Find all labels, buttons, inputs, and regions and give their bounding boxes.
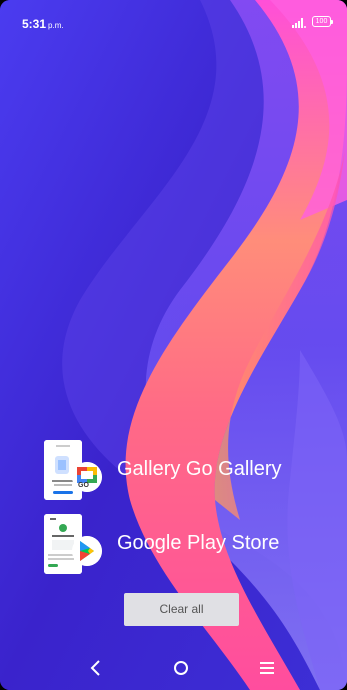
gallery-go-icon[interactable]: GO [72,462,102,492]
signal-icon [292,18,306,28]
recents-screen: 5:31 p.m. 100 GO Gallery Go Gallery Goog… [0,0,347,690]
status-time: 5:31 p.m. [22,17,64,31]
back-icon[interactable] [84,656,108,680]
play-store-icon[interactable] [72,536,102,566]
recent-app-play-store[interactable]: Google Play Store [44,514,334,574]
status-bar: 5:31 p.m. 100 [0,0,347,40]
clear-all-button[interactable]: Clear all [124,593,239,626]
recent-app-gallery-go[interactable]: GO Gallery Go Gallery [44,440,334,500]
battery-indicator: 100 [312,16,333,27]
recent-app-label: Gallery Go Gallery [117,458,282,480]
go-badge: GO [78,482,89,489]
wallpaper [0,0,347,690]
recent-app-label: Google Play Store [117,532,280,554]
menu-icon[interactable] [255,656,279,680]
home-icon[interactable] [169,656,193,680]
navigation-bar [0,648,347,690]
